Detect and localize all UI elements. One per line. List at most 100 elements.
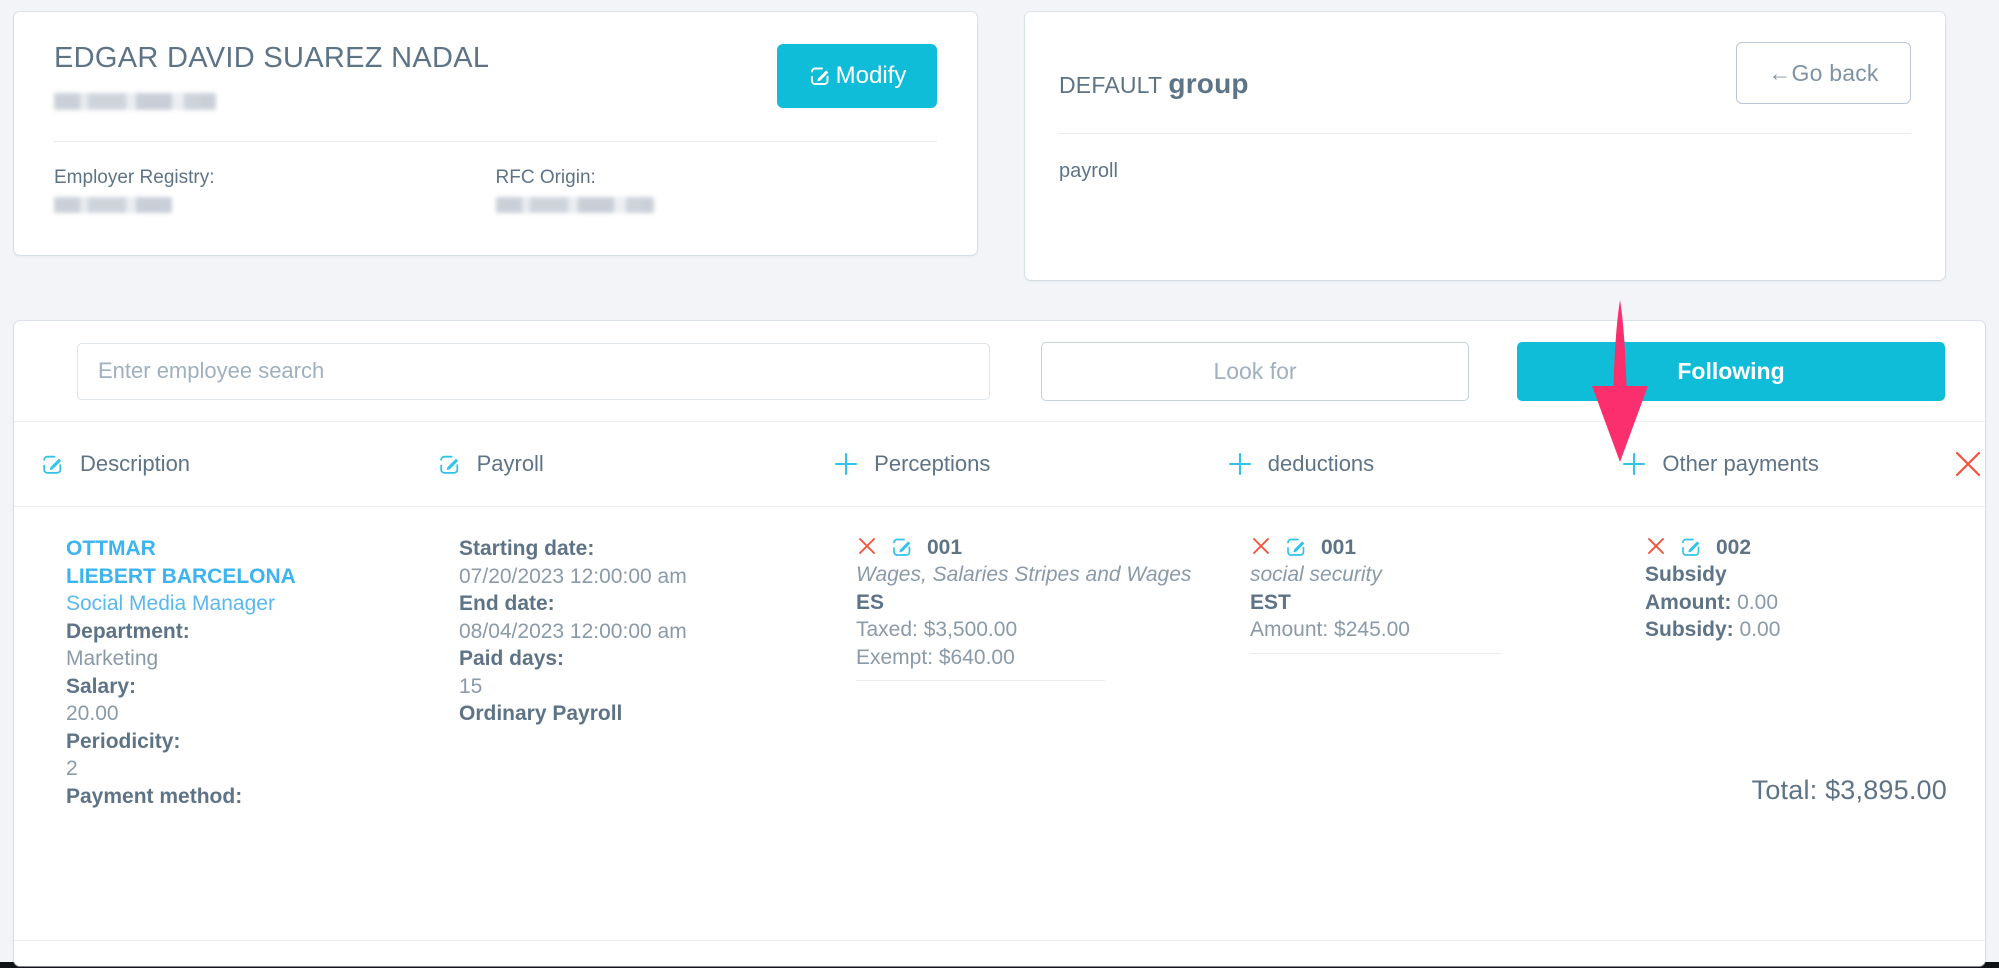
- department-value: Marketing: [66, 647, 159, 670]
- deduction-code: 001: [1321, 535, 1357, 559]
- payment-method-label: Payment method:: [66, 784, 243, 808]
- other-payment-subsidy-label: Subsidy:: [1645, 618, 1734, 641]
- other-payment-subsidy: Subsidy: 0.00: [1645, 616, 1943, 644]
- paid-days-label: Paid days:: [459, 647, 565, 670]
- description-column: OTTMAR LIEBERT BARCELONA Social Media Ma…: [40, 535, 437, 810]
- employee-link-line1[interactable]: OTTMAR: [66, 535, 417, 563]
- end-date-label: End date:: [459, 592, 555, 615]
- edit-pencil-icon[interactable]: [437, 452, 462, 477]
- other-payment-amount-value: 0.00: [1737, 590, 1779, 614]
- column-header-row: Description Payroll Perceptions deductio…: [14, 422, 1985, 507]
- periodicity-value: 2: [66, 757, 78, 780]
- other-payments-column: 002 Subsidy Amount: 0.00 Subsidy: 0.00: [1623, 535, 1963, 810]
- total-value: $3,895.00: [1825, 775, 1947, 805]
- other-payment-code: 002: [1716, 535, 1752, 559]
- perception-taxed: Taxed: $3,500.00: [856, 618, 1018, 641]
- payroll-type: Ordinary Payroll: [459, 702, 623, 725]
- employer-registry-label: Employer Registry:: [54, 167, 215, 189]
- remove-x-icon[interactable]: [1250, 535, 1275, 560]
- edit-pencil-icon: [808, 64, 832, 88]
- group-title-name: group: [1168, 68, 1249, 99]
- other-payment-amount: Amount: 0.00: [1645, 589, 1943, 617]
- perception-exempt: Exempt: $640.00: [856, 645, 1015, 669]
- employee-link-line2[interactable]: LIEBERT BARCELONA: [66, 563, 417, 591]
- starting-date-label: Starting date:: [459, 537, 595, 560]
- column-header-other-payments[interactable]: Other payments: [1621, 451, 1951, 477]
- deduction-amount: Amount: $245.00: [1250, 618, 1410, 641]
- search-input[interactable]: [77, 342, 990, 400]
- employee-card: EDGAR DAVID SUAREZ NADAL Modify Employer…: [14, 12, 977, 255]
- deduction-entry-divider: [1250, 652, 1501, 654]
- modify-button-label: Modify: [835, 62, 907, 89]
- payroll-column: Starting date: 07/20/2023 12:00:00 am En…: [437, 535, 834, 810]
- edit-pencil-icon[interactable]: [890, 535, 915, 560]
- modify-button[interactable]: Modify: [777, 44, 937, 108]
- employee-role: Social Media Manager: [66, 592, 275, 615]
- group-title: DEFAULT group: [1059, 68, 1249, 100]
- group-body-text: payroll: [1059, 160, 1118, 182]
- perceptions-column: 001 Wages, Salaries Stripes and Wages ES…: [834, 535, 1228, 810]
- edit-pencil-icon[interactable]: [1284, 535, 1309, 560]
- rfc-origin-label: RFC Origin:: [495, 167, 596, 189]
- column-header-deductions[interactable]: deductions: [1227, 451, 1622, 477]
- other-payment-amount-label: Amount:: [1645, 590, 1732, 614]
- deductions-column: 001 social security EST Amount: $245.00: [1228, 535, 1623, 810]
- rfc-origin-field: RFC Origin:: [495, 167, 938, 218]
- search-toolbar: Look for Following: [14, 321, 1985, 422]
- column-header-payroll[interactable]: Payroll: [437, 451, 834, 477]
- column-header-label: Description: [80, 451, 191, 476]
- deduction-entry-header: 001: [1250, 535, 1603, 560]
- total-row: Total: $3,895.00: [1752, 775, 1947, 806]
- column-header-label: deductions: [1267, 451, 1375, 476]
- starting-date-value: 07/20/2023 12:00:00 am: [459, 564, 687, 588]
- remove-x-icon[interactable]: [1645, 535, 1670, 560]
- other-payment-description: Subsidy: [1645, 563, 1727, 586]
- look-for-button[interactable]: Look for: [1041, 341, 1469, 401]
- column-header-description[interactable]: Description: [40, 451, 437, 477]
- employee-name: EDGAR DAVID SUAREZ NADAL: [54, 42, 490, 74]
- group-card-header: DEFAULT group ←Go back: [1059, 42, 1911, 104]
- perception-key: ES: [856, 590, 885, 614]
- salary-value: 20.00: [66, 702, 119, 725]
- employer-registry-field: Employer Registry:: [54, 167, 496, 218]
- perception-entry-divider: [856, 680, 1105, 681]
- employee-meta-row: Employer Registry: RFC Origin:: [54, 142, 937, 218]
- department-label: Department:: [66, 619, 190, 643]
- payroll-panel: Look for Following Description: [14, 321, 1985, 966]
- periodicity-label: Periodicity:: [66, 729, 181, 753]
- close-x-icon[interactable]: [1951, 447, 1985, 481]
- go-back-button[interactable]: ←Go back: [1736, 42, 1911, 104]
- following-button[interactable]: Following: [1517, 341, 1945, 401]
- edit-pencil-icon[interactable]: [1679, 535, 1704, 560]
- other-payment-subsidy-value: 0.00: [1739, 618, 1781, 641]
- column-header-perceptions[interactable]: Perceptions: [833, 451, 1227, 477]
- perception-code: 001: [927, 535, 963, 559]
- deduction-description: social security: [1250, 563, 1382, 586]
- employer-registry-value-redacted: [54, 197, 172, 214]
- end-date-value: 08/04/2023 12:00:00 am: [459, 619, 687, 643]
- top-cards-row: EDGAR DAVID SUAREZ NADAL Modify Employer…: [0, 0, 1999, 280]
- rfc-origin-value-redacted: [495, 197, 654, 214]
- column-header-label: Other payments: [1662, 451, 1819, 476]
- employee-identity: EDGAR DAVID SUAREZ NADAL: [54, 42, 489, 115]
- group-title-prefix: DEFAULT: [1059, 72, 1169, 98]
- employee-card-header: EDGAR DAVID SUAREZ NADAL Modify: [54, 42, 937, 115]
- remove-x-icon[interactable]: [856, 535, 881, 560]
- paid-days-value: 15: [459, 674, 483, 698]
- plus-icon[interactable]: [1227, 451, 1253, 477]
- edit-pencil-icon[interactable]: [40, 452, 65, 477]
- perception-description: Wages, Salaries Stripes and Wages: [856, 563, 1192, 586]
- perception-entry-header: 001: [856, 535, 1208, 560]
- payroll-body-row: OTTMAR LIEBERT BARCELONA Social Media Ma…: [14, 507, 1985, 810]
- total-label: Total:: [1751, 775, 1818, 805]
- plus-icon[interactable]: [1621, 451, 1647, 477]
- plus-icon[interactable]: [833, 451, 859, 477]
- column-header-label: Perceptions: [874, 451, 991, 476]
- other-payment-entry-header: 002: [1645, 535, 1943, 560]
- salary-label: Salary:: [66, 674, 137, 698]
- group-card: DEFAULT group ←Go back payroll: [1025, 12, 1945, 280]
- app-page: EDGAR DAVID SUAREZ NADAL Modify Employer…: [0, 0, 1999, 968]
- column-header-label: Payroll: [476, 451, 544, 476]
- deduction-key: EST: [1250, 590, 1291, 614]
- panel-footer: [14, 940, 1985, 966]
